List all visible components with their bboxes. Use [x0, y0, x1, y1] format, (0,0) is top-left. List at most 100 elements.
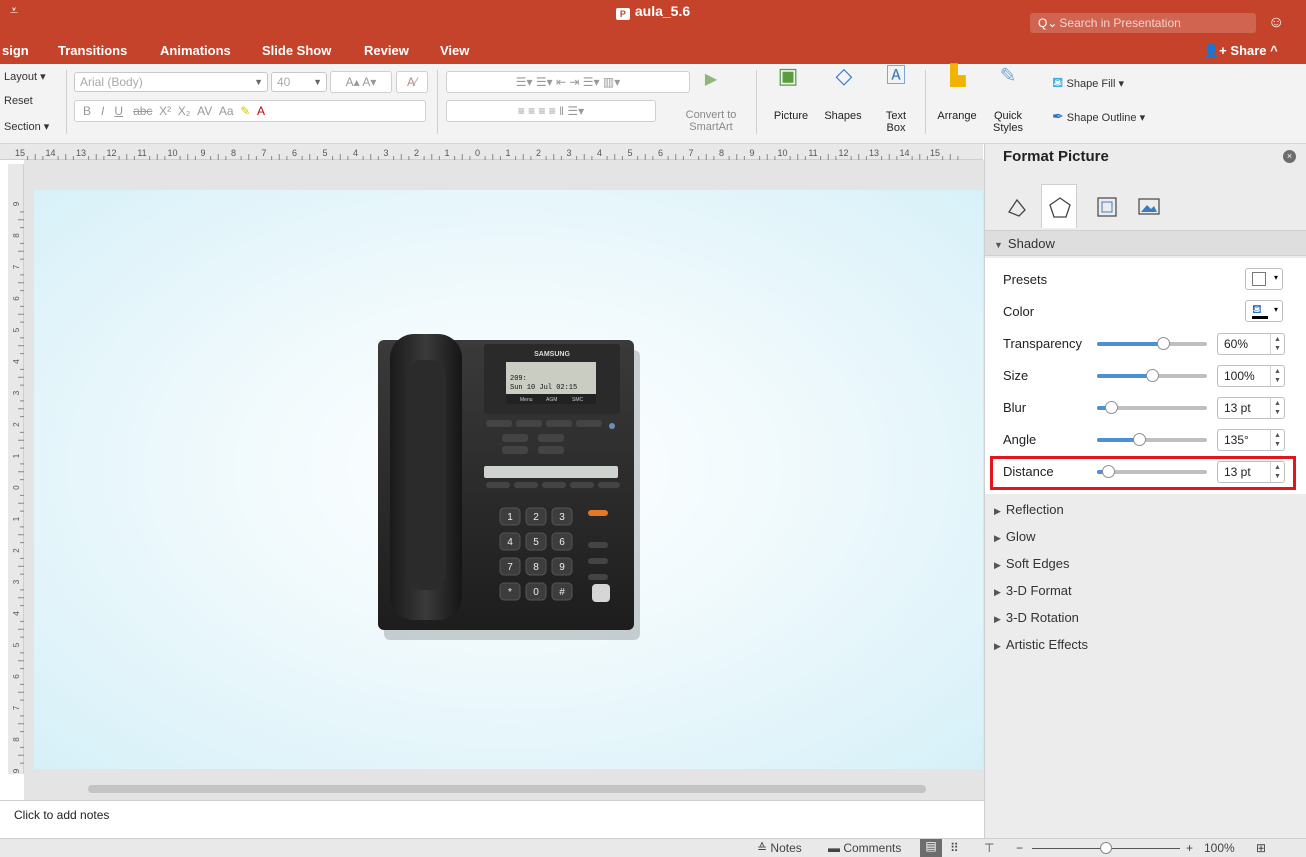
font-name-field[interactable]: Arial (Body) ▼	[74, 72, 268, 92]
clear-formatting-icon[interactable]: A⁄	[396, 71, 428, 93]
section-artistic-effects-label: Artistic Effects	[1005, 637, 1089, 652]
paragraph-list-buttons[interactable]: ☰▾ ☰▾ ⇤ ⇥ ☰▾ ▥▾	[446, 71, 690, 93]
ruler-label: 1	[444, 148, 449, 158]
convert-smartart-button[interactable]: Convert to SmartArt	[676, 109, 746, 133]
close-icon[interactable]: ×	[1283, 150, 1296, 163]
section-button[interactable]: Section ▾	[4, 120, 49, 133]
stepper-arrows-icon[interactable]: ▲ ▼	[1270, 366, 1284, 386]
ruler-label: 5	[627, 148, 632, 158]
section-3d-rotation[interactable]: ▶ 3-D Rotation	[985, 605, 1306, 631]
ruler-label: 11	[137, 148, 146, 158]
transparency-field[interactable]: 60% ▲ ▼	[1217, 333, 1285, 355]
ruler-label: 8	[231, 148, 236, 158]
ruler-label: 15	[930, 148, 940, 158]
ribbon-divider	[437, 70, 438, 134]
size-properties-tab[interactable]	[1089, 184, 1125, 228]
text-box-line1: Text	[885, 110, 907, 122]
effects-tab[interactable]	[1041, 184, 1077, 228]
horizontal-scrollbar[interactable]	[88, 785, 926, 793]
zoom-slider-thumb[interactable]	[1100, 842, 1112, 854]
slider-thumb[interactable]	[1133, 433, 1146, 446]
color-dropdown[interactable]: ⛾ ▾	[1245, 300, 1283, 322]
stepper-arrows-icon[interactable]: ▲ ▼	[1270, 430, 1284, 450]
fit-to-window-icon[interactable]: ⊞	[1256, 841, 1266, 855]
search-input[interactable]: Q⌄ Search in Presentation	[1030, 13, 1256, 33]
stepper-arrows-icon[interactable]: ▲ ▼	[1270, 398, 1284, 418]
comments-label: Comments	[843, 841, 902, 855]
slider-fill	[1097, 374, 1152, 378]
slider-thumb[interactable]	[1105, 401, 1118, 414]
paint-bucket-icon: ⛾	[1052, 74, 1064, 90]
section-artistic-effects[interactable]: ▶ Artistic Effects	[985, 632, 1306, 658]
blur-label: Blur	[1003, 400, 1027, 415]
reset-button[interactable]: Reset	[4, 95, 33, 107]
phone-picture[interactable]: SAMSUNG 209: Sun 10 Jul 02:15 Menu AGM S…	[372, 330, 642, 640]
blur-slider[interactable]	[1097, 401, 1207, 414]
layout-button[interactable]: Layout ▾	[4, 70, 46, 83]
tab-review[interactable]: Review	[364, 43, 409, 58]
zoom-out-button[interactable]: −	[1016, 841, 1023, 855]
section-soft-edges[interactable]: ▶ Soft Edges	[985, 551, 1306, 577]
tab-view[interactable]: View	[440, 43, 469, 58]
font-style-buttons[interactable]: B I U abc X² X₂ AV Aa ✎ A	[74, 100, 426, 122]
picture-button[interactable]: Picture	[766, 110, 816, 122]
slideshow-icon[interactable]: ⊤	[984, 841, 994, 855]
ruler-label: 4	[597, 148, 602, 158]
stepper-arrows-icon[interactable]: ▲ ▼	[1270, 334, 1284, 354]
pane-title: Format Picture	[1003, 148, 1109, 165]
notes-toggle-label: Notes	[770, 841, 802, 855]
shape-fill-button[interactable]: ⛾ Shape Fill ▾	[1052, 74, 1124, 93]
zoom-percent[interactable]: 100%	[1204, 841, 1235, 855]
arrange-button[interactable]: Arrange	[930, 110, 984, 122]
ruler-label: 4	[12, 611, 21, 616]
size-slider[interactable]	[1097, 369, 1207, 382]
transparency-slider[interactable]	[1097, 337, 1207, 350]
tab-design[interactable]: sign	[2, 43, 29, 58]
notes-icon: ≙	[757, 841, 768, 855]
comments-button[interactable]: ▬ Comments	[828, 841, 901, 855]
presets-dropdown[interactable]: ▾	[1245, 268, 1283, 290]
normal-view-icon[interactable]: ▤	[920, 839, 942, 857]
font-size-field[interactable]: 40 ▼	[271, 72, 327, 92]
tab-slide-show[interactable]: Slide Show	[262, 43, 331, 58]
angle-slider[interactable]	[1097, 433, 1207, 446]
angle-field[interactable]: 135° ▲ ▼	[1217, 429, 1285, 451]
slide-sorter-icon[interactable]: ⠿	[950, 841, 959, 855]
paragraph-align-buttons[interactable]: ≡ ≡ ≡ ≡ ‖ ☰▾	[446, 100, 656, 122]
zoom-slider[interactable]	[1032, 842, 1180, 854]
section-glow[interactable]: ▶ Glow	[985, 524, 1306, 550]
feedback-smiley-icon[interactable]: ☺	[1268, 14, 1284, 32]
arrange-icon: ▙	[950, 65, 966, 87]
triangle-right-icon: ▶	[994, 560, 1001, 570]
slider-thumb[interactable]	[1157, 337, 1170, 350]
ruler-label: 8	[12, 233, 21, 238]
tab-animations[interactable]: Animations	[160, 43, 231, 58]
zoom-in-button[interactable]: +	[1186, 841, 1193, 855]
notes-toggle-button[interactable]: ≙ Notes	[757, 841, 802, 855]
section-glow-label: Glow	[1005, 529, 1036, 544]
blur-field[interactable]: 13 pt ▲ ▼	[1217, 397, 1285, 419]
triangle-right-icon: ▶	[994, 533, 1001, 543]
shape-fill-label: Shape Fill	[1066, 78, 1116, 90]
shape-outline-button[interactable]: ✒ Shape Outline ▾	[1052, 108, 1145, 125]
picture-tab[interactable]	[1131, 184, 1167, 228]
search-placeholder: Search in Presentation	[1059, 16, 1181, 30]
text-box-button[interactable]: Text Box	[874, 110, 918, 134]
section-3d-rotation-label: 3-D Rotation	[1005, 610, 1079, 625]
font-grow-shrink-buttons[interactable]: A▴ A▾	[330, 71, 392, 93]
document-title-text: aula_5.6	[634, 3, 691, 19]
ruler-label: 2	[414, 148, 419, 158]
section-shadow[interactable]: ▼ Shadow	[985, 230, 1306, 256]
section-3d-format[interactable]: ▶ 3-D Format	[985, 578, 1306, 604]
section-reflection[interactable]: ▶ Reflection	[985, 497, 1306, 523]
slider-thumb[interactable]	[1146, 369, 1159, 382]
vertical-ruler: 9 8 7 6 5 4 3 2 1 0 1 2 3 4 5 6 7 8 9	[8, 164, 24, 796]
quick-styles-button[interactable]: Quick Styles	[986, 110, 1030, 134]
ribbon-divider	[66, 70, 67, 134]
share-button[interactable]: 👤+ Share ^	[1203, 43, 1278, 59]
notes-panel[interactable]: Click to add notes	[0, 800, 984, 838]
tab-transitions[interactable]: Transitions	[58, 43, 127, 58]
shapes-button[interactable]: Shapes	[818, 110, 868, 122]
size-field[interactable]: 100% ▲ ▼	[1217, 365, 1285, 387]
fill-line-tab[interactable]	[999, 184, 1035, 228]
